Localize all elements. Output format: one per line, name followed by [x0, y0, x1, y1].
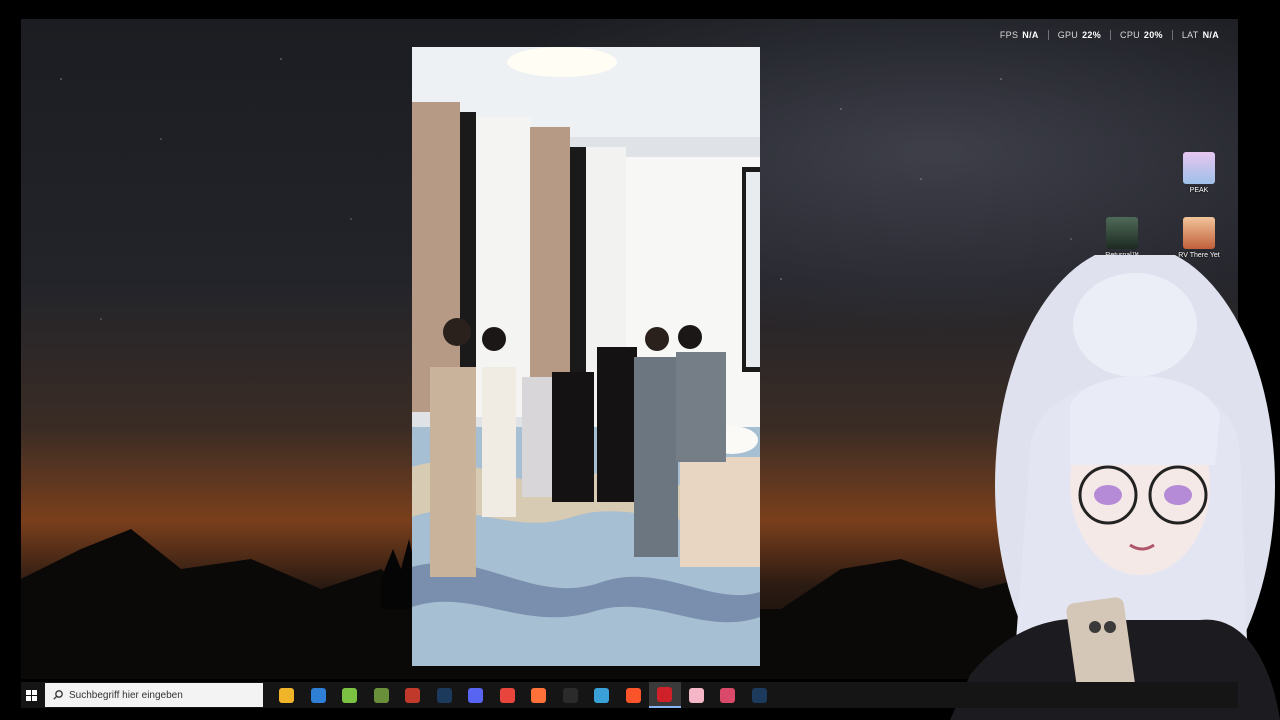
- desktop-icon-returnal[interactable]: Returnal™: [1092, 217, 1152, 259]
- taskbar-app-chrome[interactable]: [492, 682, 524, 708]
- taskbar-app-obs-recorder[interactable]: [649, 682, 681, 708]
- fps-readout: FPS N/A: [999, 30, 1039, 40]
- taskbar: Suchbegriff hier eingeben: [21, 682, 1238, 708]
- steam-icon: [751, 687, 767, 703]
- video-player-window[interactable]: [412, 47, 760, 666]
- firefox-icon: [531, 687, 547, 703]
- streamer-app-icon: [405, 687, 421, 703]
- gauge-icon: [562, 687, 578, 703]
- performance-overlay: FPS N/A GPU 22% CPU 20% LAT N/A: [991, 30, 1228, 40]
- taskbar-app-steam-2[interactable]: [744, 682, 776, 708]
- taskbar-app-steam[interactable]: [429, 682, 461, 708]
- folder-icon: [279, 687, 295, 703]
- taskbar-app-android-app[interactable]: [334, 682, 366, 708]
- chrome-icon: [499, 687, 515, 703]
- start-button[interactable]: [21, 682, 41, 708]
- taskbar-app-minecraft[interactable]: [366, 682, 398, 708]
- android-icon: [342, 687, 358, 703]
- desktop-icon-rv-there-yet[interactable]: RV There Yet: [1169, 217, 1229, 259]
- latency-readout: LAT N/A: [1171, 30, 1228, 40]
- launcher-icon: [720, 687, 736, 703]
- taskbar-app-file-explorer[interactable]: [271, 682, 303, 708]
- taskbar-app-discord[interactable]: [460, 682, 492, 708]
- taskbar-app-microsoft-store[interactable]: [303, 682, 335, 708]
- desktop-icon-peak[interactable]: PEAK: [1169, 152, 1229, 194]
- search-placeholder: Suchbegriff hier eingeben: [69, 689, 183, 701]
- gpu-readout: GPU 22%: [1047, 30, 1110, 40]
- discord-icon: [468, 687, 484, 703]
- peak-game-icon: [1183, 152, 1215, 184]
- taskbar-app-brave[interactable]: [618, 682, 650, 708]
- lightning-icon: [594, 687, 610, 703]
- taskbar-app-speedtest[interactable]: [555, 682, 587, 708]
- taskbar-search-box[interactable]: Suchbegriff hier eingeben: [45, 683, 263, 707]
- taskbar-app-vtube-app[interactable]: [681, 682, 713, 708]
- video-frame: [412, 47, 760, 666]
- returnal-game-icon: [1106, 217, 1138, 249]
- screen: PEAK Returnal™ RV There Yet FPSN/A GPU22…: [0, 0, 1280, 720]
- heart-icon: [688, 687, 704, 703]
- rv-there-yet-game-icon: [1183, 217, 1215, 249]
- cpu-readout: CPU 20%: [1110, 30, 1172, 40]
- search-icon: [53, 690, 63, 700]
- steam-icon: [436, 687, 452, 703]
- store-icon: [310, 687, 326, 703]
- vtuber-avatar: [950, 255, 1280, 720]
- record-icon: [657, 686, 673, 702]
- brave-lion-icon: [625, 687, 641, 703]
- taskbar-app-game-launcher[interactable]: [712, 682, 744, 708]
- taskbar-app-icons: [271, 682, 775, 708]
- desktop-icon-label: PEAK: [1189, 187, 1209, 194]
- taskbar-app-streamer-bot[interactable]: [397, 682, 429, 708]
- windows-logo-icon: [25, 689, 37, 701]
- taskbar-app-firefox[interactable]: [523, 682, 555, 708]
- minecraft-icon: [373, 687, 389, 703]
- taskbar-app-zapper[interactable]: [586, 682, 618, 708]
